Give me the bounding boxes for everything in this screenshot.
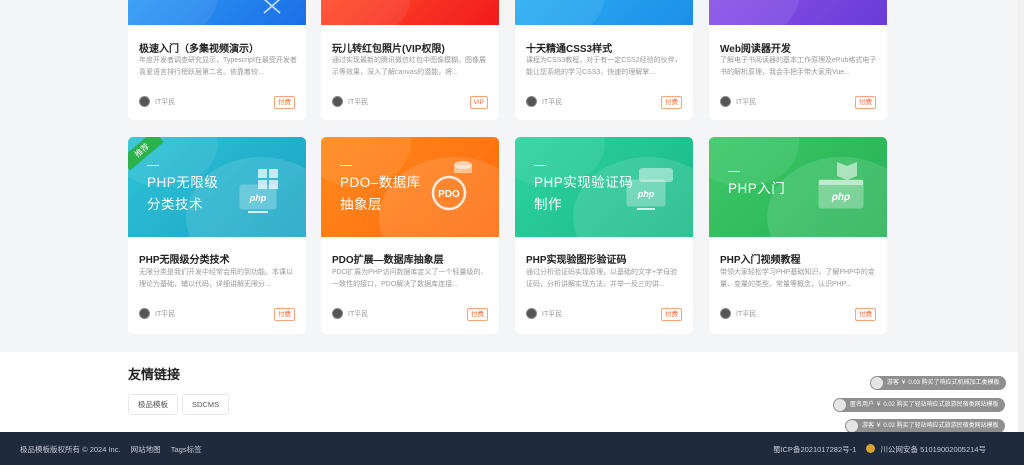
- svg-text:php: php: [831, 192, 850, 203]
- purchase-toast: 匿名用户 ￥ 0.02 购买了轻站响应式旅游民宿类网站模板: [833, 398, 1005, 412]
- course-title[interactable]: PHP入门视频教程: [720, 251, 801, 266]
- police-badge-icon: [866, 444, 876, 453]
- course-footer: IT平民 付费: [139, 308, 295, 322]
- course-thumbnail[interactable]: [128, 0, 306, 25]
- course-desc: 了解电子书阅读器的基本工作原理及ePub格式电子书的解析原理，我会手把手带大家用…: [720, 57, 877, 76]
- avatar[interactable]: [720, 96, 731, 107]
- purchase-toast: 游客 ￥ 0.03 购买了响应式机械加工类模板: [870, 376, 1006, 390]
- course-card[interactable]: 玩儿转红包照片(VIP权限) 通过实现最新的腾讯微信红包中图像模糊，图像展示等效…: [321, 0, 499, 120]
- author-name[interactable]: IT平民: [348, 309, 368, 319]
- course-footer: IT平民 付费: [720, 96, 876, 110]
- course-footer: IT平民 付费: [526, 308, 682, 322]
- course-desc: 年度开发者调查研究显示，Typescript在最受开发者喜爱语言排行榜跃居第二名…: [139, 57, 297, 76]
- close-x-icon: [263, 0, 281, 14]
- pdo-database-icon: PDO: [431, 161, 472, 211]
- user-avatar-icon: [871, 377, 883, 389]
- price-tag: 付费: [661, 96, 682, 109]
- author-name[interactable]: IT平民: [155, 309, 175, 319]
- user-avatar-icon: [846, 420, 858, 432]
- php-book-icon: php: [818, 162, 864, 209]
- course-desc: 通过分析验证码实现原理，以基础的文字+字母验证码，分析讲解实现方法，并举一反三的…: [526, 269, 678, 288]
- course-card[interactable]: 十天精通CSS3样式 课程为CSS3教程，对于有一定CSS2经验的伙伴，能让您系…: [515, 0, 693, 120]
- course-title[interactable]: 十天精通CSS3样式: [526, 40, 612, 55]
- avatar[interactable]: [526, 96, 537, 107]
- avatar[interactable]: [139, 308, 150, 319]
- course-desc: 带领大家轻松学习PHP基础知识，了解PHP中的变量、变量的类型、常量等概念，认识…: [720, 269, 875, 288]
- price-tag: 付费: [855, 308, 876, 321]
- icp-link[interactable]: 蜀ICP备2021017282号-1: [773, 445, 856, 454]
- course-footer: IT平民 付费: [139, 96, 295, 110]
- course-footer: IT平民 付费: [526, 96, 682, 110]
- svg-text:PDO: PDO: [438, 189, 460, 200]
- course-thumbnail[interactable]: 推荐 PHP无限级 分类技术 php: [128, 137, 306, 237]
- author-name[interactable]: IT平民: [736, 97, 756, 107]
- course-card[interactable]: 推荐 PHP无限级 分类技术 php PHP无限级分类技术 无限分类是我们开发中…: [128, 137, 306, 334]
- course-desc: 课程为CSS3教程，对于有一定CSS2经验的伙伴，能让您系统的学习CSS3，快速…: [526, 57, 682, 76]
- course-title[interactable]: PHP无限级分类技术: [139, 251, 230, 266]
- avatar[interactable]: [139, 96, 150, 107]
- thumbnail-caption: PHP无限级 分类技术: [147, 165, 218, 216]
- police-record-link[interactable]: 川公网安备 51019002005214号: [881, 445, 986, 454]
- course-thumbnail[interactable]: PHP实现验证码 制作 php: [515, 137, 693, 237]
- svg-text:php: php: [249, 193, 267, 203]
- tags-link[interactable]: Tags标签: [171, 445, 202, 454]
- avatar[interactable]: [332, 308, 343, 319]
- price-tag: 付费: [467, 308, 488, 321]
- avatar[interactable]: [526, 308, 537, 319]
- course-thumbnail[interactable]: [709, 0, 887, 25]
- course-footer: IT平民 VIP: [332, 96, 488, 110]
- author-name[interactable]: IT平民: [542, 309, 562, 319]
- course-desc: PDO扩展为PHP访问数据库定义了一个轻量级的、一致性的接口，PDO解决了数据库…: [332, 269, 488, 288]
- purchase-toast: 游客 ￥ 0.02 购买了轻站响应式旅游民宿类网站模板: [845, 419, 1005, 433]
- price-tag: 付费: [661, 308, 682, 321]
- course-thumbnail[interactable]: [321, 0, 499, 25]
- copyright-text: 极品模板版权所有 © 2024 Inc.: [20, 445, 121, 454]
- price-tag: 付费: [855, 96, 876, 109]
- course-title[interactable]: PHP实现验图形验证码: [526, 251, 627, 266]
- friend-link[interactable]: 极品模板: [128, 394, 178, 415]
- course-card[interactable]: 极速入门（多集视频演示） 年度开发者调查研究显示，Typescript在最受开发…: [128, 0, 306, 120]
- course-card[interactable]: Web阅读器开发 了解电子书阅读器的基本工作原理及ePub格式电子书的解析原理，…: [709, 0, 887, 120]
- php-captcha-icon: php: [626, 168, 673, 210]
- svg-text:php: php: [637, 189, 655, 199]
- author-name[interactable]: IT平民: [542, 97, 562, 107]
- author-name[interactable]: IT平民: [155, 97, 175, 107]
- sitemap-link[interactable]: 网站地图: [131, 445, 161, 454]
- thumbnail-caption: PHP实现验证码 制作: [534, 165, 633, 216]
- course-footer: IT平民 付费: [332, 308, 488, 322]
- course-card[interactable]: PHP入门 php PHP入门视频教程 带领大家轻松学习PHP基础知识，了解PH…: [709, 137, 887, 334]
- thumbnail-caption: PDO–数据库 抽象层: [340, 165, 421, 216]
- course-desc: 无限分类是我们开发中经常会用的到功能。本课以理论为基础，辅以代码，详细讲解无限分…: [139, 269, 293, 288]
- course-desc: 通过实现最新的腾讯微信红包中图像模糊，图像展示等效果，深入了解canvas的潜能…: [332, 57, 486, 76]
- php-monitor-icon: php: [239, 169, 278, 213]
- course-title[interactable]: 极速入门（多集视频演示）: [139, 40, 259, 55]
- author-name[interactable]: IT平民: [348, 97, 368, 107]
- author-name[interactable]: IT平民: [736, 309, 756, 319]
- avatar[interactable]: [720, 308, 731, 319]
- course-footer: IT平民 付费: [720, 308, 876, 322]
- price-tag: 付费: [274, 96, 295, 109]
- page-scrollbar[interactable]: [1018, 0, 1024, 432]
- course-card[interactable]: PDO–数据库 抽象层 PDO PDO扩展—数据库抽象层 PDO扩展为PHP访问…: [321, 137, 499, 334]
- course-thumbnail[interactable]: PDO–数据库 抽象层 PDO: [321, 137, 499, 237]
- site-footer: 极品模板版权所有 © 2024 Inc. 网站地图 Tags标签 蜀ICP备20…: [0, 432, 1024, 465]
- friend-links-title: 友情链接: [128, 367, 181, 382]
- course-thumbnail[interactable]: PHP入门 php: [709, 137, 887, 237]
- course-thumbnail[interactable]: [515, 0, 693, 25]
- price-tag: 付费: [274, 308, 295, 321]
- vip-tag: VIP: [469, 96, 488, 109]
- avatar[interactable]: [332, 96, 343, 107]
- course-card[interactable]: PHP实现验证码 制作 php PHP实现验图形验证码 通过分析验证码实现原理，…: [515, 137, 693, 334]
- user-avatar-icon: [834, 399, 846, 411]
- course-title[interactable]: 玩儿转红包照片(VIP权限): [332, 40, 445, 55]
- friend-link[interactable]: SDCMS: [182, 394, 230, 415]
- course-title[interactable]: Web阅读器开发: [720, 40, 791, 55]
- course-title[interactable]: PDO扩展—数据库抽象层: [332, 251, 444, 266]
- thumbnail-caption: PHP入门: [728, 171, 785, 200]
